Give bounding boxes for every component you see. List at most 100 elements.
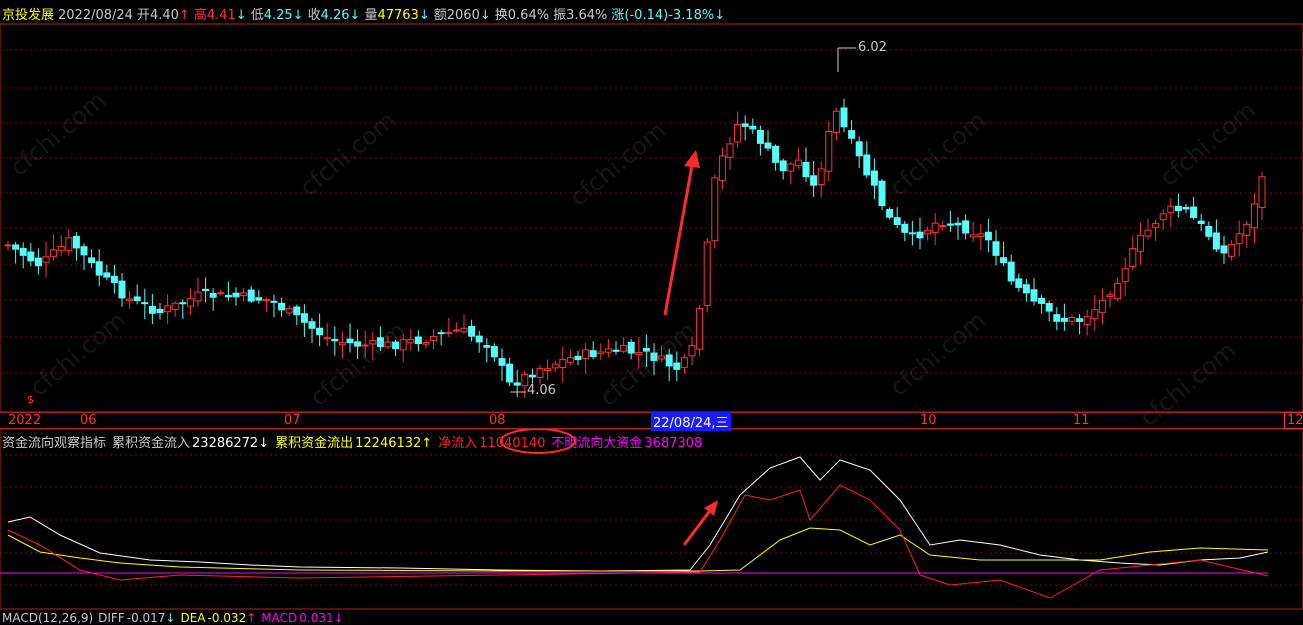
candle-body bbox=[27, 251, 35, 262]
indicator-panel-frame bbox=[0, 428, 1303, 610]
candle-body bbox=[506, 363, 514, 383]
candle-body bbox=[209, 292, 217, 298]
date-label-06: 06 bbox=[80, 413, 97, 428]
high-label: 高 bbox=[193, 8, 207, 23]
candle-body bbox=[787, 163, 795, 172]
cursor-date-label[interactable]: 22/08/24,三 bbox=[651, 412, 731, 431]
diff-value: -0.017 bbox=[126, 611, 166, 625]
amp-label: 振 bbox=[553, 8, 567, 23]
open-label: 开 bbox=[136, 8, 150, 23]
unknown-value: 3687308 bbox=[644, 436, 703, 451]
candle-body bbox=[513, 382, 521, 386]
candle-body bbox=[278, 302, 286, 311]
open-arrow: ↑ bbox=[178, 8, 190, 23]
candle-body bbox=[1083, 316, 1091, 325]
candle-body bbox=[582, 349, 590, 359]
stock-name[interactable]: 京投发展 bbox=[2, 8, 54, 23]
candle-body bbox=[764, 142, 772, 149]
candle-body bbox=[1060, 317, 1068, 322]
candle-body bbox=[718, 155, 726, 181]
candle-body bbox=[346, 338, 354, 344]
date-label-11: 11 bbox=[1073, 413, 1090, 428]
macd-name[interactable]: MACD(12,26,9) bbox=[2, 611, 93, 625]
candle-body bbox=[772, 145, 780, 163]
candle-body bbox=[840, 107, 848, 128]
close-value: 4.26 bbox=[320, 8, 350, 23]
candle-body bbox=[1076, 318, 1084, 322]
candle-body bbox=[688, 345, 696, 357]
vol-arrow: ↓ bbox=[418, 8, 430, 23]
candle-body bbox=[1243, 223, 1251, 236]
candle-body bbox=[992, 241, 1000, 256]
candle-body bbox=[1182, 207, 1190, 210]
candle-body bbox=[794, 159, 802, 167]
dea-arrow: ↑ bbox=[246, 611, 257, 625]
high-value: 4.41 bbox=[206, 8, 236, 23]
candle-body bbox=[498, 358, 506, 366]
candle-body bbox=[1250, 203, 1258, 229]
candle-body bbox=[878, 180, 886, 207]
macd-label: MACD bbox=[261, 611, 298, 625]
indicator-name[interactable]: 资金流向观察指标 bbox=[2, 436, 106, 451]
date-label-year: 2022 bbox=[8, 413, 42, 428]
candle-body bbox=[255, 297, 263, 301]
candle-body bbox=[680, 357, 688, 368]
candle-body bbox=[848, 130, 856, 139]
low-value: 4.25 bbox=[263, 8, 293, 23]
indicator-lines bbox=[0, 456, 1269, 599]
candle-body bbox=[171, 302, 179, 311]
candle-body bbox=[331, 338, 339, 342]
candle-body bbox=[316, 327, 324, 336]
date-axis: 2022 06 07 08 10 11 12 22/08/24,三 bbox=[0, 412, 1303, 431]
candle-body bbox=[232, 292, 240, 298]
chg-arrow: ↓ bbox=[714, 8, 726, 23]
candle-body bbox=[217, 292, 225, 295]
candle-body bbox=[80, 246, 88, 256]
candle-body bbox=[4, 244, 12, 247]
candle-body bbox=[179, 302, 187, 305]
macd-value: 0.031 bbox=[299, 611, 334, 625]
quote-header: 京投发展 2022/08/24 开4.40↑ 高4.41↓ 低4.25↓ 收4.26↓ 量4… bbox=[2, 4, 729, 23]
candle-body bbox=[893, 217, 901, 225]
macd-header: MACD(12,26,9) DIFF -0.017↓ DEA -0.032↑ MACD 0.… bbox=[2, 611, 349, 625]
vol-value: 47763 bbox=[377, 8, 419, 23]
candle-body bbox=[338, 342, 346, 346]
candle-body bbox=[460, 327, 468, 333]
candle-body bbox=[954, 222, 962, 226]
date-label-12: 12 bbox=[1284, 412, 1303, 429]
indicator-header: 资金流向观察指标 累积资金流入 23286272↓ 累积资金流出 12246132↑ 净流… bbox=[2, 432, 708, 451]
candle-body bbox=[475, 335, 483, 343]
candle-body bbox=[1167, 205, 1175, 213]
candle-body bbox=[1190, 206, 1198, 219]
candle-body bbox=[452, 329, 460, 332]
candle-body bbox=[984, 231, 992, 241]
candle-body bbox=[12, 244, 20, 250]
candle-body bbox=[490, 346, 498, 358]
candle-body bbox=[597, 351, 605, 355]
outflow-arrow: ↑ bbox=[421, 436, 433, 451]
candle-body bbox=[118, 280, 126, 299]
candle-body bbox=[817, 168, 825, 186]
candle-body bbox=[1235, 233, 1243, 245]
low-label: 低 bbox=[250, 8, 264, 23]
candle-body bbox=[855, 141, 863, 157]
quote-date: 2022/08/24 bbox=[58, 8, 133, 23]
candle-body bbox=[50, 249, 58, 257]
candle-body bbox=[262, 298, 270, 301]
candle-body bbox=[779, 160, 787, 172]
candle-body bbox=[886, 209, 894, 218]
candle-body bbox=[604, 348, 612, 353]
candle-body bbox=[1136, 235, 1144, 252]
candle-body bbox=[802, 161, 810, 178]
dea-value: -0.032 bbox=[207, 611, 247, 625]
diff-arrow: ↓ bbox=[165, 611, 176, 625]
candle-body bbox=[422, 341, 430, 345]
candle-body bbox=[110, 275, 118, 283]
amt-value: 2060 bbox=[446, 8, 480, 23]
candle-body bbox=[103, 272, 111, 278]
candle-body bbox=[946, 223, 954, 226]
macd-arrow: ↓ bbox=[333, 611, 344, 625]
low-price-marker: 4.06 bbox=[527, 383, 556, 398]
amt-arrow: ↓ bbox=[479, 8, 491, 23]
turnover-label: 换 bbox=[494, 8, 508, 23]
